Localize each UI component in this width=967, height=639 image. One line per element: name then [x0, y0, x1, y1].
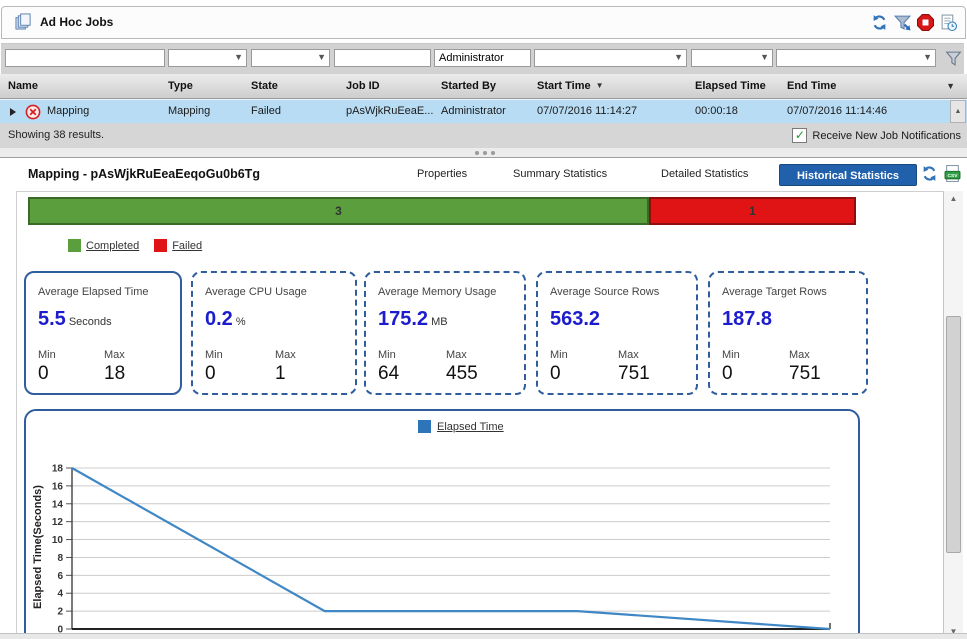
svg-text:18: 18 [52, 464, 64, 475]
detail-toolbar: CSV [921, 165, 961, 182]
page-title: Ad Hoc Jobs [40, 7, 113, 38]
filter-starttime-select[interactable]: ▼ [534, 49, 687, 67]
expand-icon[interactable] [10, 108, 16, 116]
tab-properties[interactable]: Properties [417, 158, 467, 191]
chevron-down-icon: ▼ [234, 52, 243, 62]
filter-jobs-icon[interactable] [894, 14, 911, 31]
cell-type: Mapping [168, 100, 210, 122]
chevron-down-icon: ▼ [317, 52, 326, 62]
svg-text:6: 6 [57, 571, 63, 582]
filter-funnel-icon[interactable] [945, 50, 962, 67]
jobs-stack-icon [15, 13, 32, 30]
scrollbar-thumb[interactable] [946, 316, 961, 553]
chevron-down-icon: ▼ [760, 52, 769, 62]
tab-detailed-statistics[interactable]: Detailed Statistics [661, 158, 748, 191]
cell-startedby: Administrator [441, 100, 506, 122]
scroll-up-icon[interactable]: ▲ [944, 194, 963, 203]
refresh-icon[interactable] [871, 14, 888, 31]
job-log-icon[interactable] [940, 14, 957, 31]
stat-card-source-rows[interactable]: Average Source Rows 563.2 Min0 Max751 [536, 271, 698, 395]
column-header-type[interactable]: Type [168, 74, 193, 98]
column-header-elapsed[interactable]: Elapsed Time [695, 74, 766, 98]
completed-swatch-icon [68, 239, 81, 252]
content-divider [16, 191, 943, 192]
stat-card-target-rows[interactable]: Average Target Rows 187.8 Min0 Max751 [708, 271, 868, 395]
status-legend: Completed Failed [68, 239, 202, 252]
status-bar: Showing 38 results. ✓ Receive New Job No… [0, 123, 967, 149]
completed-bar-segment[interactable]: 3 [28, 197, 649, 225]
cell-endtime: 07/07/2016 11:14:46 [787, 100, 887, 122]
stat-card-elapsed-time[interactable]: Average Elapsed Time 5.5Seconds Min0 Max… [24, 271, 182, 395]
cell-state: Failed [251, 100, 281, 122]
splitter-grip-icon [475, 151, 495, 155]
cell-starttime: 07/07/2016 11:14:27 [537, 100, 637, 122]
svg-text:8: 8 [57, 553, 63, 564]
chevron-down-icon: ▼ [674, 52, 683, 62]
tab-historical-statistics[interactable]: Historical Statistics [779, 164, 917, 186]
detail-title: Mapping - pAsWjkRuEeaEeqoGu0b6Tg [28, 158, 260, 191]
column-header-startedby[interactable]: Started By [441, 74, 496, 98]
filter-state-select[interactable]: ▼ [251, 49, 330, 67]
column-header-jobid[interactable]: Job ID [346, 74, 380, 98]
filter-startedby-input[interactable] [434, 49, 531, 67]
run-status-stacked-bar: 3 1 [28, 197, 856, 225]
tab-summary-statistics[interactable]: Summary Statistics [513, 158, 607, 191]
svg-text:14: 14 [52, 499, 64, 510]
column-header-endtime[interactable]: End Time [787, 74, 836, 98]
filter-endtime-select[interactable]: ▼ [776, 49, 936, 67]
refresh-icon[interactable] [921, 165, 938, 182]
titlebar: Ad Hoc Jobs [1, 6, 966, 39]
legend-failed[interactable]: Failed [154, 239, 202, 252]
svg-text:10: 10 [52, 535, 64, 546]
export-csv-icon[interactable]: CSV [944, 165, 961, 182]
svg-text:CSV: CSV [947, 173, 958, 179]
bottom-scroll-strip [0, 633, 967, 639]
sort-desc-icon: ▼ [596, 81, 604, 90]
stat-card-memory-usage[interactable]: Average Memory Usage 175.2MB Min64 Max45… [364, 271, 526, 395]
ad-hoc-jobs-window: Ad Hoc Jobs [0, 0, 967, 639]
column-header-state[interactable]: State [251, 74, 278, 98]
failed-count: 1 [651, 199, 854, 223]
detail-scrollbar[interactable]: ▲ ▼ [943, 191, 963, 639]
stat-card-cpu-usage[interactable]: Average CPU Usage 0.2% Min0 Max1 [191, 271, 357, 395]
svg-text:16: 16 [52, 481, 64, 492]
table-row[interactable]: Mapping Mapping Failed pAsWjkRuEeaE... A… [0, 99, 967, 124]
failed-bar-segment[interactable]: 1 [649, 197, 856, 225]
stop-job-icon[interactable] [917, 14, 934, 31]
notifications-label: Receive New Job Notifications [812, 130, 961, 142]
filter-elapsed-select[interactable]: ▼ [691, 49, 773, 67]
filter-jobid-input[interactable] [334, 49, 431, 67]
receive-notifications-checkbox[interactable]: ✓ Receive New Job Notifications [792, 123, 961, 148]
chevron-down-icon: ▼ [923, 52, 932, 62]
column-header-starttime[interactable]: Start Time▼ [537, 74, 604, 98]
table-scroll-up-icon[interactable]: ▲ [950, 100, 966, 123]
svg-text:4: 4 [57, 589, 63, 600]
checkbox-checked-icon[interactable]: ✓ [792, 128, 807, 143]
legend-completed[interactable]: Completed [68, 239, 139, 252]
column-menu-icon[interactable]: ▼ [946, 74, 955, 98]
svg-text:2: 2 [57, 607, 63, 618]
cell-jobid: pAsWjkRuEeaE... [346, 100, 433, 122]
filter-type-select[interactable]: ▼ [168, 49, 247, 67]
cell-elapsed: 00:00:18 [695, 100, 738, 122]
filter-name-input[interactable] [5, 49, 165, 67]
results-count-text: Showing 38 results. [8, 123, 104, 148]
svg-text:12: 12 [52, 517, 64, 528]
failed-status-icon [25, 104, 41, 120]
filter-bar: ▼ ▼ ▼ ▼ ▼ [1, 43, 964, 75]
cell-name: Mapping [47, 100, 89, 122]
elapsed-time-line-chart: 024681012141618 [0, 408, 860, 639]
table-header: Name Type State Job ID Started By Start … [0, 74, 967, 99]
completed-count: 3 [30, 199, 647, 223]
job-detail-panel: Mapping - pAsWjkRuEeaEeqoGu0b6Tg Propert… [0, 157, 967, 639]
titlebar-toolbar [871, 7, 957, 38]
failed-swatch-icon [154, 239, 167, 252]
column-header-name[interactable]: Name [8, 74, 38, 98]
